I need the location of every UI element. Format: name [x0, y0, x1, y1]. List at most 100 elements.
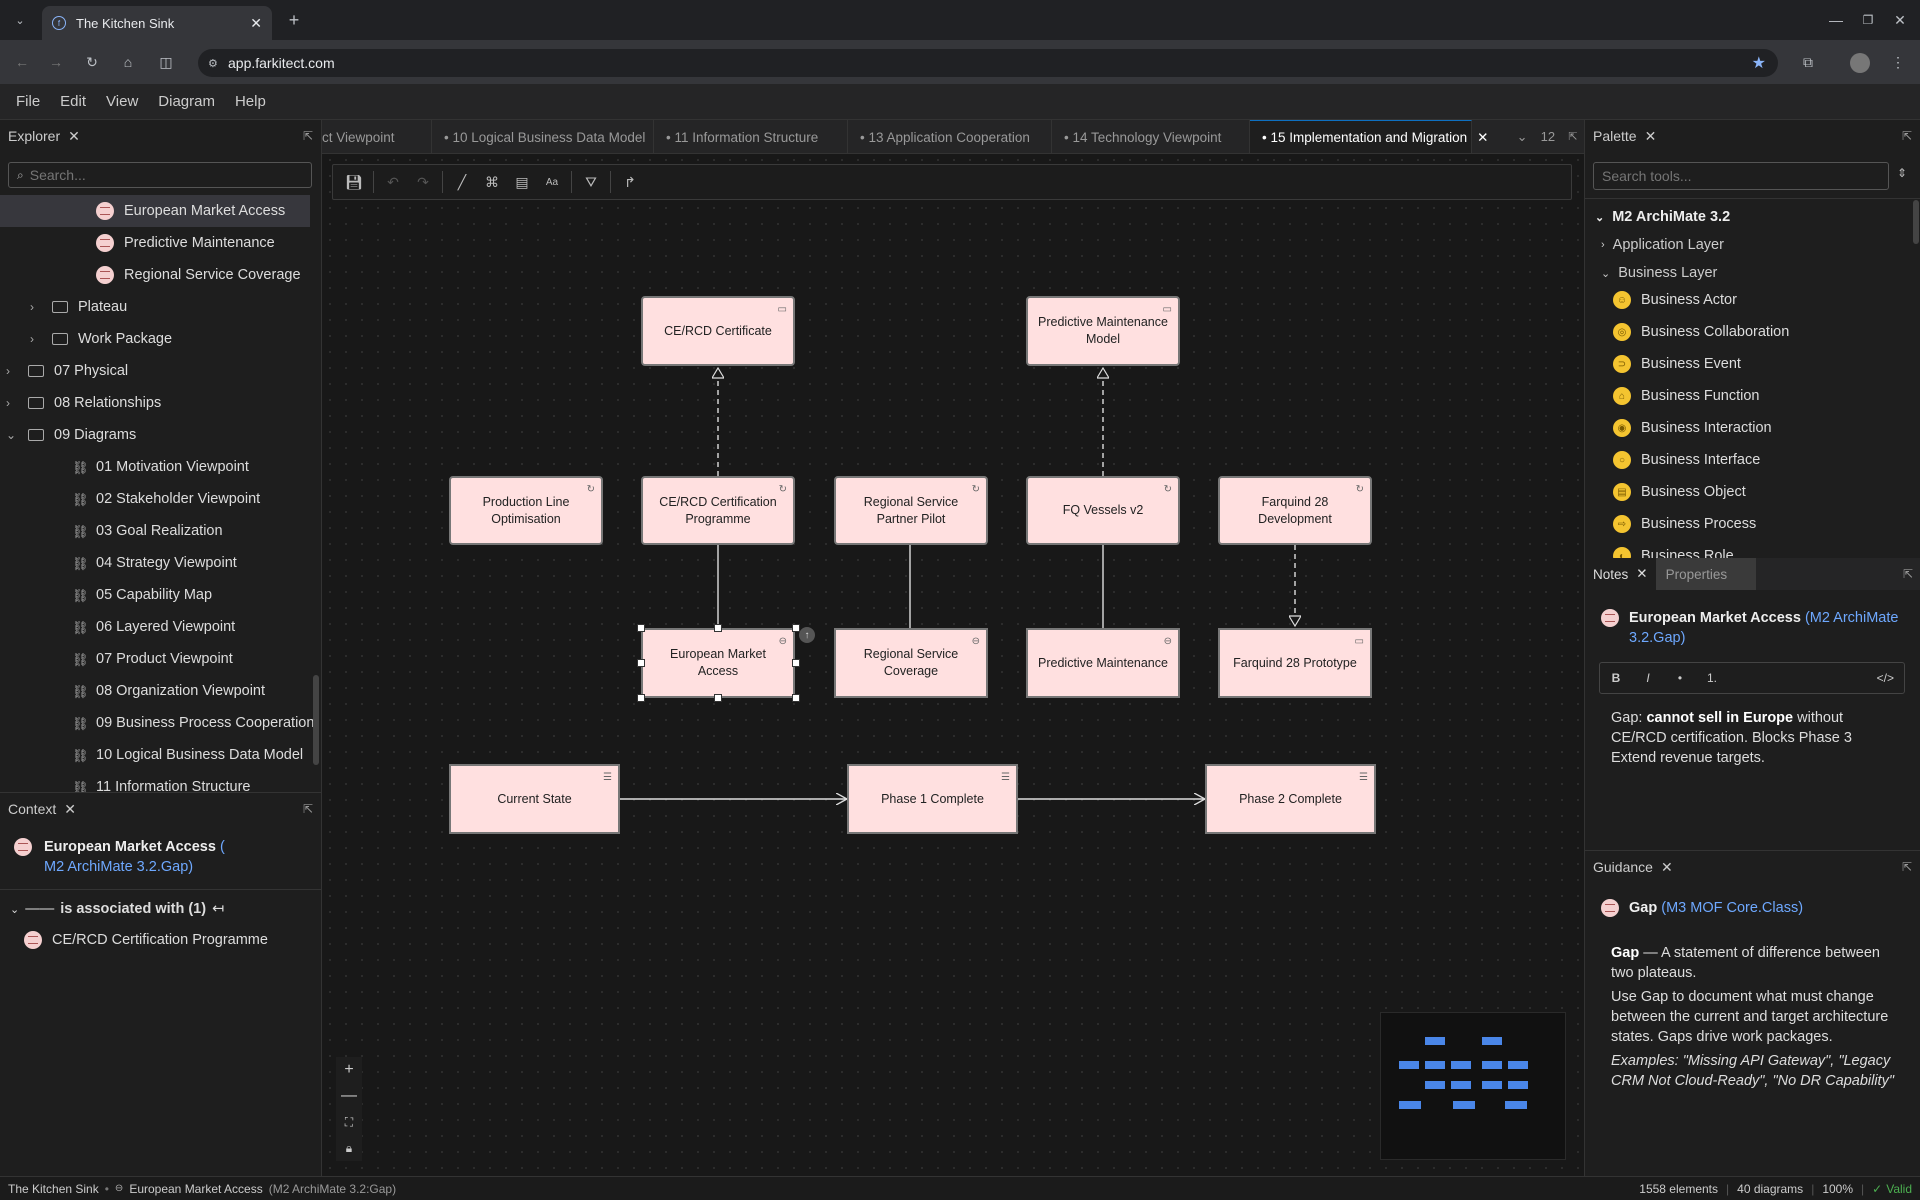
node-label: Farquind 28 Prototype: [1233, 655, 1357, 670]
notes-text-prefix: Gap:: [1611, 710, 1647, 726]
palette-item-label: Business Actor: [1641, 292, 1737, 308]
resize-handle[interactable]: [714, 624, 722, 632]
node-label: Phase 2 Complete: [1239, 791, 1342, 806]
close-palette-icon[interactable]: ✕: [1645, 128, 1657, 145]
browser-menu-icon[interactable]: ⋮: [1886, 50, 1910, 74]
palette-item[interactable]: ☺ Business Actor: [1613, 286, 1737, 314]
tab-notes-label: Notes: [1593, 566, 1629, 582]
node-label: Farquind 28 Development: [1258, 494, 1332, 526]
lock-icon[interactable]: 🔒︎: [336, 1135, 362, 1161]
notes-tabs: Notes ✕ Properties ⇱: [1585, 558, 1920, 590]
tab-notes[interactable]: Notes ✕: [1585, 558, 1656, 590]
palette-search[interactable]: [1593, 162, 1889, 190]
node-label: Current State: [497, 791, 572, 806]
tab-properties[interactable]: Properties: [1655, 558, 1756, 590]
restore-icon[interactable]: ❐: [1858, 8, 1878, 32]
plateau-node[interactable]: Current State ☰: [449, 764, 620, 834]
status-element: European Market Access: [129, 1181, 263, 1196]
work-package-node[interactable]: Farquind 28 Development ↻: [1218, 476, 1372, 545]
chevron-right-icon: ›: [1601, 239, 1605, 251]
palette-panel: Palette ✕ ⇱ ⇕ ⌄ M2 ArchiMate 3.2 › Appli…: [1584, 120, 1920, 558]
zoom-out-button[interactable]: —: [336, 1083, 362, 1109]
minimize-icon[interactable]: —: [1826, 8, 1846, 32]
work-package-icon: ↻: [1163, 484, 1172, 495]
guidance-header: Guidance ✕ ⇱: [1585, 851, 1920, 883]
gap-node[interactable]: Predictive Maintenance ⊖: [1026, 628, 1180, 698]
palette-item-label: Business Process: [1641, 516, 1757, 532]
chevron-down-icon: ⌄: [1601, 267, 1611, 280]
work-package-icon: ↻: [586, 484, 595, 495]
node-label: Regional Service Coverage: [863, 647, 959, 678]
popout-icon[interactable]: ⇱: [1902, 860, 1912, 874]
code-view-button[interactable]: </>: [1877, 671, 1894, 685]
plateau-node[interactable]: Phase 1 Complete ☰: [847, 764, 1018, 834]
business-element-icon: ◎: [1613, 323, 1631, 341]
close-notes-icon[interactable]: ✕: [1636, 566, 1647, 582]
guidance-element: Gap (M3 MOF Core.Class): [1601, 899, 1803, 917]
plateau-icon: ☰: [1359, 772, 1368, 783]
deliverable-node[interactable]: Farquind 28 Prototype ▭: [1218, 628, 1372, 698]
zoom-in-button[interactable]: +: [336, 1057, 362, 1083]
italic-button[interactable]: I: [1632, 671, 1664, 685]
gap-icon: ⊖: [971, 636, 980, 647]
palette-scrollbar[interactable]: [1913, 200, 1919, 244]
palette-item[interactable]: ⌂ Business Function: [1613, 382, 1759, 410]
work-package-node[interactable]: CE/RCD Certification Programme ↻: [641, 476, 795, 545]
palette-item[interactable]: ⊃ Business Event: [1613, 350, 1741, 378]
palette-item[interactable]: ⇨ Business Process: [1613, 510, 1756, 538]
deliverable-node[interactable]: CE/RCD Certificate ▭: [641, 296, 795, 366]
extensions-icon[interactable]: ⧉: [1796, 50, 1820, 74]
guidance-usage: Use Gap to document what must change bet…: [1611, 989, 1889, 1045]
resize-handle[interactable]: [792, 659, 800, 667]
notes-text[interactable]: Gap: cannot sell in Europe without CE/RC…: [1611, 708, 1901, 768]
resize-handle[interactable]: [792, 694, 800, 702]
business-element-icon: ☺: [1613, 291, 1631, 309]
divider: [1585, 198, 1920, 199]
close-window-icon[interactable]: ✕: [1890, 8, 1910, 32]
popout-icon[interactable]: ⇱: [1902, 129, 1912, 143]
palette-item[interactable]: ○ Business Interface: [1613, 446, 1760, 474]
bookmark-star-icon[interactable]: ★: [1752, 53, 1766, 73]
plateau-node[interactable]: Phase 2 Complete ☰: [1205, 764, 1376, 834]
work-package-node[interactable]: Regional Service Partner Pilot ↻: [834, 476, 988, 545]
resize-handle[interactable]: [637, 694, 645, 702]
deliverable-node[interactable]: Predictive Maintenance Model ▭: [1026, 296, 1180, 366]
minimap[interactable]: [1380, 1012, 1566, 1160]
gap-node-selected[interactable]: European Market Access ⊖: [641, 628, 795, 698]
palette-business-layer[interactable]: ⌄ Business Layer: [1601, 260, 1717, 286]
gap-icon: [1601, 899, 1619, 917]
gap-icon: ⊖: [114, 1183, 124, 1194]
business-element-icon: ⇨: [1613, 515, 1631, 533]
palette-item[interactable]: ◉ Business Interaction: [1613, 414, 1772, 442]
work-package-node[interactable]: FQ Vessels v2 ↻: [1026, 476, 1180, 545]
resize-handle[interactable]: [714, 694, 722, 702]
numbered-list-button[interactable]: 1.: [1696, 671, 1728, 685]
close-guidance-icon[interactable]: ✕: [1661, 859, 1673, 876]
work-package-icon: ↻: [778, 484, 787, 495]
bold-button[interactable]: B: [1600, 671, 1632, 685]
popout-icon[interactable]: ⇱: [1903, 567, 1913, 581]
connect-handle-icon[interactable]: ↑: [799, 627, 815, 643]
node-label: Regional Service Partner Pilot: [863, 494, 959, 526]
deliverable-icon: ▭: [1354, 636, 1364, 647]
palette-item[interactable]: ◎ Business Collaboration: [1613, 318, 1789, 346]
palette-item-label: Business Collaboration: [1641, 324, 1790, 340]
bullet-list-button[interactable]: •: [1664, 671, 1696, 685]
palette-search-input[interactable]: [1602, 168, 1872, 184]
palette-app-layer[interactable]: › Application Layer: [1601, 232, 1724, 258]
palette-group[interactable]: ⌄ M2 ArchiMate 3.2: [1595, 204, 1730, 230]
plateau-icon: ☰: [1001, 772, 1010, 783]
resize-handle[interactable]: [637, 624, 645, 632]
notes-element: European Market Access (M2 ArchiMate 3.2…: [1601, 608, 1911, 648]
resize-handle[interactable]: [637, 659, 645, 667]
sort-icon[interactable]: ⇕: [1897, 166, 1907, 180]
avatar[interactable]: [1850, 53, 1870, 73]
palette-item[interactable]: ▤ Business Object: [1613, 478, 1746, 506]
gap-node[interactable]: Regional Service Coverage ⊖: [834, 628, 988, 698]
palette-item[interactable]: ◐ Business Role: [1613, 542, 1734, 558]
fit-view-button[interactable]: ⛶: [336, 1109, 362, 1135]
guidance-element-type[interactable]: (M3 MOF Core.Class): [1661, 900, 1803, 916]
work-package-node[interactable]: Production Line Optimisation ↻: [449, 476, 603, 545]
minimap-view: [1399, 1037, 1528, 1109]
business-element-icon: ⌂: [1613, 387, 1631, 405]
